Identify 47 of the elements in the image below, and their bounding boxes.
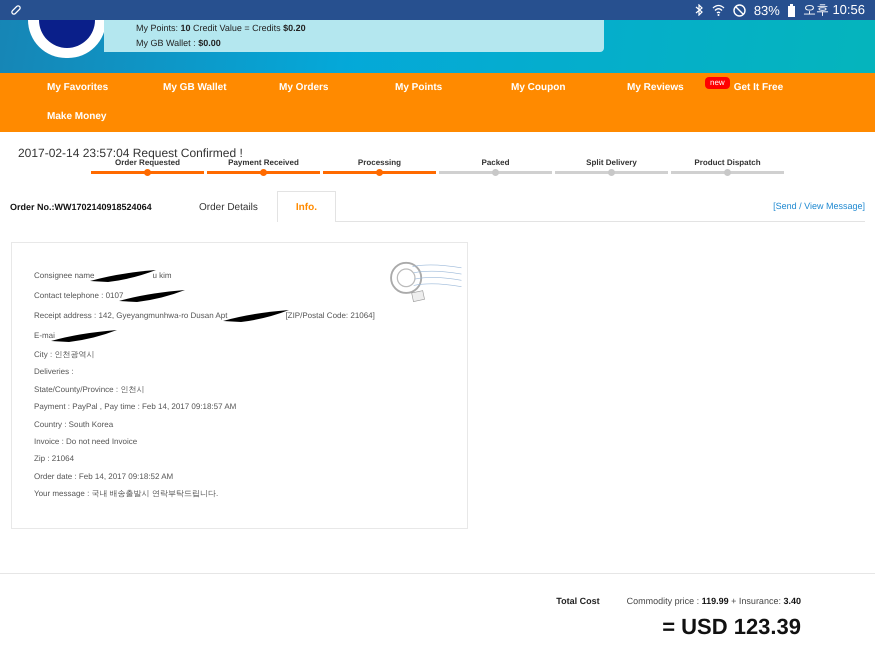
pill-icon [10,4,22,16]
do-not-disturb-icon [732,4,746,16]
info-text: Your message : 국내 배송출발시 연락부탁드립니다. [34,488,218,500]
info-text: E-mai [34,330,55,342]
postmark-stamp-icon [387,259,463,303]
message-link[interactable]: [Send / View Message] [773,201,865,211]
info-text: Consignee name [34,270,94,282]
clock-time: 오후 10:56 [802,1,865,19]
total-amount: = USD 123.39 [662,614,801,640]
new-badge: new [705,77,730,89]
step-label: Packed [481,158,510,167]
info-text: Country : South Korea [34,418,114,430]
info-text: Invoice : Do not need Invoice [34,436,138,448]
step-label: Processing [358,158,402,167]
info-text: Zip : 21064 [34,453,74,465]
nav-link[interactable]: Make Money [47,110,106,124]
nav-link[interactable]: My Coupon [511,81,566,95]
order-number: Order No.:WW1702140918524064 [10,202,153,212]
step-label: Product Dispatch [694,158,761,167]
points-text: My Points: 10 Credit Value = Credits $0.20 [136,23,307,34]
nav-link[interactable]: My GB Wallet [163,81,227,95]
battery-icon [788,4,795,16]
status-note: 2017-02-14 23:57:04 Request Confirmed ! [17,145,243,160]
battery-percent: 83% [754,2,780,18]
info-text: Receipt address : 142, Gyeyangmunhwa-ro Dusan Apt [34,310,228,322]
info-text: u kim [152,270,172,282]
step-label: Split Delivery [586,158,637,167]
info-text: Contact telephone : 0107 [34,290,124,302]
nav-link[interactable]: My Reviews [627,81,684,95]
info-text: City : 인천광역시 [34,349,94,360]
tab[interactable]: Info. [276,191,336,222]
cost-breakdown: Commodity price : 119.99 + Insurance: 3.40 [626,596,801,606]
wallet-text: My GB Wallet : $0.00 [136,38,222,49]
info-text: [ZIP/Postal Code: 21064] [285,310,375,322]
nav-link[interactable]: Get It Free [734,81,784,95]
step-label: Order Requested [115,158,180,167]
info-text: Payment : PayPal , Pay time : Feb 14, 2017 09:18:57 AM [34,401,236,413]
info-text: Deliveries : [34,366,74,378]
info-text: Order date : Feb 14, 2017 09:18:52 AM [34,470,174,482]
wifi-icon [712,4,725,16]
nav-link[interactable]: My Orders [279,81,328,95]
bluetooth-icon [694,4,704,16]
nav-link[interactable]: My Favorites [47,81,108,95]
nav-link[interactable]: My Points [395,81,442,95]
info-text: State/County/Province : 인천시 [34,384,144,396]
step-label: Payment Received [228,158,299,167]
total-cost-label: Total Cost [556,596,600,606]
